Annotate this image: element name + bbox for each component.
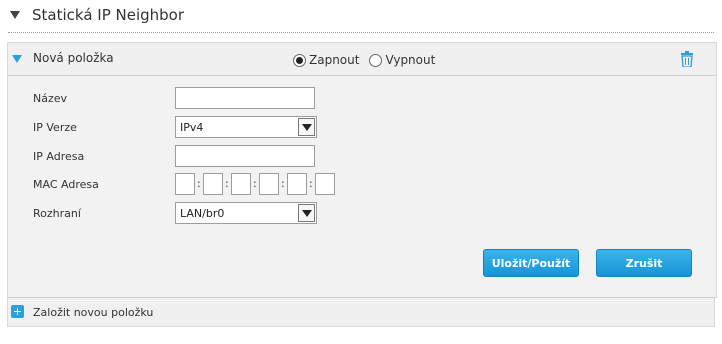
disable-radio-label[interactable]: Vypnout [385, 53, 435, 67]
mac-octet-1[interactable] [175, 173, 195, 195]
entry-panel-header: Nová položka Zapnout Vypnout [8, 43, 716, 76]
trash-icon[interactable] [680, 51, 694, 67]
entry-panel: Nová položka Zapnout Vypnout Název IP Ve… [7, 42, 717, 298]
name-input[interactable] [175, 87, 315, 109]
row-name: Název [8, 87, 716, 111]
ip-address-label: IP Adresa [33, 150, 85, 163]
mac-separator: : [309, 177, 313, 190]
row-ip-address: IP Adresa [8, 145, 716, 169]
collapse-arrow-icon[interactable] [12, 55, 22, 63]
mac-separator: : [225, 177, 229, 190]
cancel-button[interactable]: Zrušit [596, 249, 692, 277]
ip-version-select[interactable]: IPv4 [175, 116, 317, 138]
row-ip-version: IP Verze IPv4 [8, 116, 716, 140]
row-interface: Rozhraní LAN/br0 [8, 202, 716, 226]
add-entry-label[interactable]: Založit novou položku [33, 306, 153, 319]
chevron-down-icon[interactable] [298, 204, 315, 222]
mac-octet-6[interactable] [315, 173, 335, 195]
save-apply-button[interactable]: Uložit/Použít [483, 249, 579, 277]
interface-label: Rozhraní [33, 207, 81, 220]
ip-version-label: IP Verze [33, 121, 77, 134]
row-mac-address: MAC Adresa : : : : : [8, 173, 716, 197]
ip-address-input[interactable] [175, 145, 315, 167]
disable-radio[interactable] [369, 53, 383, 67]
mac-separator: : [197, 177, 201, 190]
mac-address-label: MAC Adresa [33, 178, 99, 191]
enable-radio-label[interactable]: Zapnout [309, 53, 359, 67]
entry-title: Nová položka [33, 51, 114, 65]
mac-octet-3[interactable] [231, 173, 251, 195]
plus-icon[interactable] [11, 305, 24, 318]
mac-separator: : [253, 177, 257, 190]
enable-radio[interactable] [293, 53, 306, 67]
interface-select[interactable]: LAN/br0 [175, 202, 317, 224]
section-title: Statická IP Neighbor [32, 6, 185, 24]
mac-octet-2[interactable] [203, 173, 223, 195]
chevron-down-icon[interactable] [298, 118, 315, 136]
name-label: Název [33, 92, 68, 105]
mac-separator: : [281, 177, 285, 190]
add-entry-row[interactable]: Založit novou položku [7, 297, 715, 327]
mac-octet-4[interactable] [259, 173, 279, 195]
chevron-down-icon[interactable] [10, 11, 20, 19]
mac-octet-5[interactable] [287, 173, 307, 195]
enable-radio-group: Zapnout Vypnout [293, 53, 445, 67]
section-header[interactable]: Statická IP Neighbor [8, 6, 714, 33]
interface-value: LAN/br0 [180, 207, 225, 220]
ip-version-value: IPv4 [180, 121, 204, 134]
